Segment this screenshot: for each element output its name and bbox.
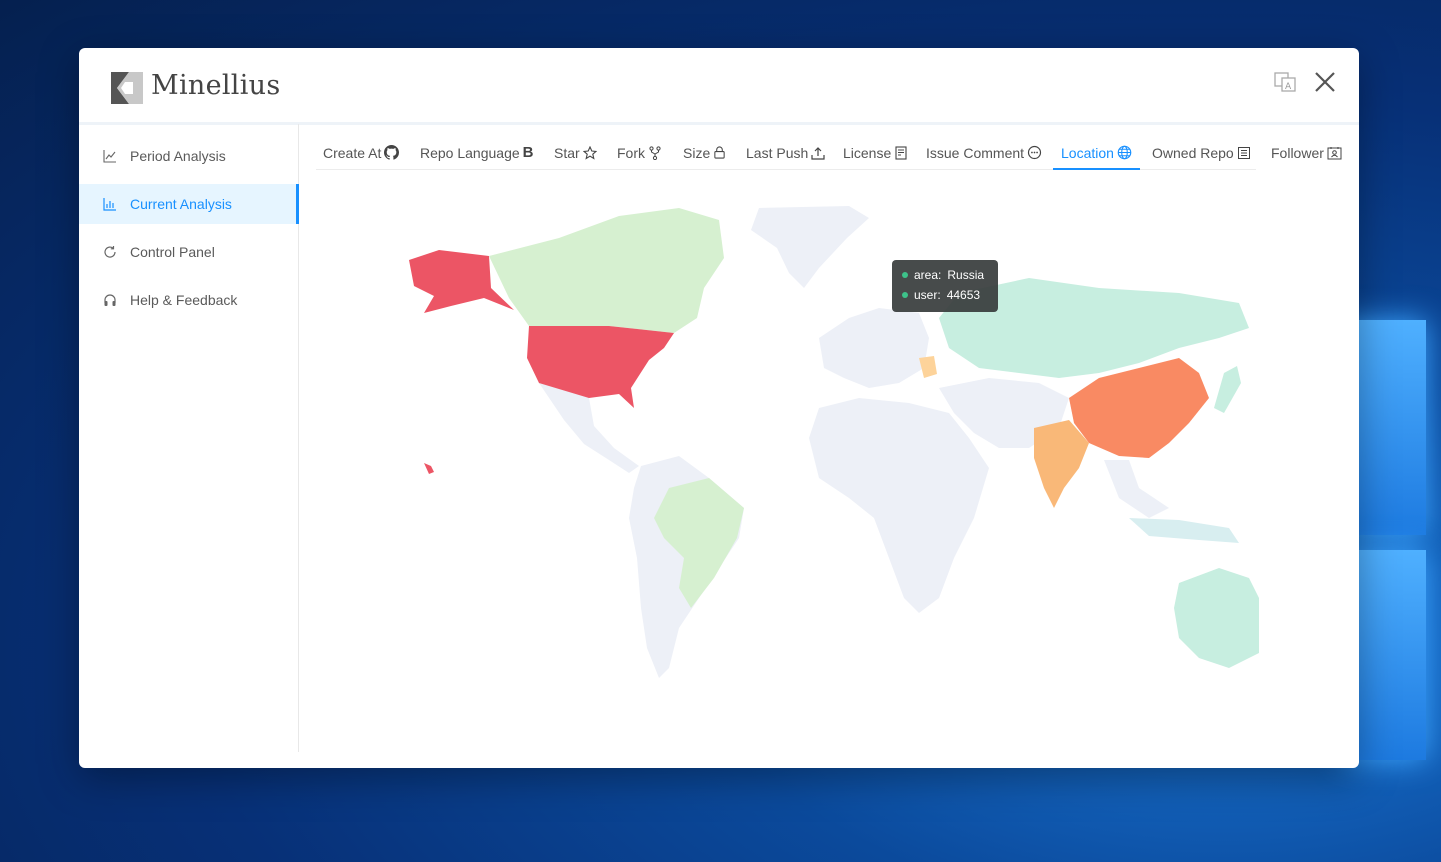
fork-icon (649, 145, 661, 160)
tab-label: Last Push (746, 144, 809, 161)
close-icon[interactable] (1313, 70, 1337, 94)
map-region-australia[interactable] (1174, 568, 1259, 668)
tab-license[interactable]: License (843, 136, 908, 169)
translate-icon[interactable]: A (1273, 70, 1297, 94)
sidebar-item-help-feedback[interactable]: Help & Feedback (79, 280, 298, 320)
sidebar-item-current-analysis[interactable]: Current Analysis (79, 184, 299, 224)
map-region-japan[interactable] (1214, 366, 1241, 413)
sidebar-item-label: Help & Feedback (130, 292, 238, 308)
lock-icon (714, 146, 725, 159)
tab-label: Owned Repo (1152, 144, 1234, 161)
series-dot-icon (902, 292, 908, 298)
tooltip-area-value: Russia (947, 268, 985, 282)
map-region-hawaii[interactable] (424, 463, 434, 474)
tab-owned-repo[interactable]: Owned Repo (1152, 136, 1251, 169)
tab-issue-comment[interactable]: Issue Comment (926, 136, 1042, 169)
tab-repo-language[interactable]: Repo Language B (420, 136, 534, 169)
sidebar-item-label: Current Analysis (130, 196, 232, 212)
series-dot-icon (902, 272, 908, 278)
tab-label: Follower (1271, 144, 1324, 161)
upload-icon (811, 146, 825, 160)
tab-create-at[interactable]: Create At (323, 136, 400, 169)
map-region-indonesia[interactable] (1129, 518, 1239, 543)
map-region-germany[interactable] (919, 356, 937, 378)
tooltip-area-label: area: (914, 268, 942, 282)
app-title: Minellius (151, 70, 281, 101)
tab-size[interactable]: Size (683, 136, 726, 169)
map-tooltip: area: Russia user: 44653 (892, 260, 998, 312)
headphones-icon (104, 294, 116, 306)
github-icon (384, 145, 400, 160)
app-window: Minellius A Period Analysis Current Anal… (79, 48, 1359, 768)
license-icon (895, 145, 907, 160)
tab-label: Issue Comment (926, 144, 1025, 161)
app-logo-icon (111, 72, 143, 104)
tooltip-user-label: user: (914, 288, 941, 302)
tab-location[interactable]: Location (1053, 136, 1140, 170)
star-icon (582, 145, 597, 160)
tooltip-user-value: 44653 (946, 288, 981, 302)
line-chart-icon (103, 150, 116, 163)
tab-star[interactable]: Star (554, 136, 597, 169)
tab-last-push[interactable]: Last Push (746, 136, 825, 169)
map-region-greenland[interactable] (751, 206, 869, 288)
globe-icon (1117, 145, 1132, 160)
tab-label: Star (554, 144, 580, 161)
sidebar-item-period-analysis[interactable]: Period Analysis (79, 136, 298, 176)
tab-label: License (843, 144, 892, 161)
list-icon (1237, 146, 1250, 159)
bold-b-icon: B (522, 144, 534, 161)
map-region-canada[interactable] (489, 208, 724, 333)
tab-fork[interactable]: Fork (617, 136, 662, 169)
tab-label: Size (683, 144, 711, 161)
sync-icon (104, 246, 116, 258)
tab-follower[interactable]: Follower (1271, 136, 1342, 169)
sidebar: Period Analysis Current Analysis Control… (79, 124, 299, 752)
svg-text:A: A (1285, 82, 1292, 92)
tab-bar: Create At Repo Language B Star Fork Size… (316, 136, 1342, 170)
contacts-icon (1327, 146, 1342, 159)
tab-label: Fork (617, 144, 645, 161)
world-map (409, 206, 1259, 678)
sidebar-item-label: Period Analysis (130, 148, 226, 164)
tab-label: Repo Language (420, 144, 520, 161)
title-bar: Minellius A (79, 48, 1359, 125)
bar-chart-icon (103, 198, 116, 211)
sidebar-item-control-panel[interactable]: Control Panel (79, 232, 298, 272)
map-region-africa[interactable] (809, 398, 989, 613)
tab-label: Create At (323, 144, 382, 161)
map-region-europe[interactable] (819, 308, 929, 388)
sidebar-item-label: Control Panel (130, 244, 215, 260)
map-region-india[interactable] (1034, 420, 1089, 508)
tab-label: Location (1061, 144, 1114, 161)
comment-icon (1027, 145, 1042, 160)
map-region-southeast-asia[interactable] (1104, 460, 1169, 518)
